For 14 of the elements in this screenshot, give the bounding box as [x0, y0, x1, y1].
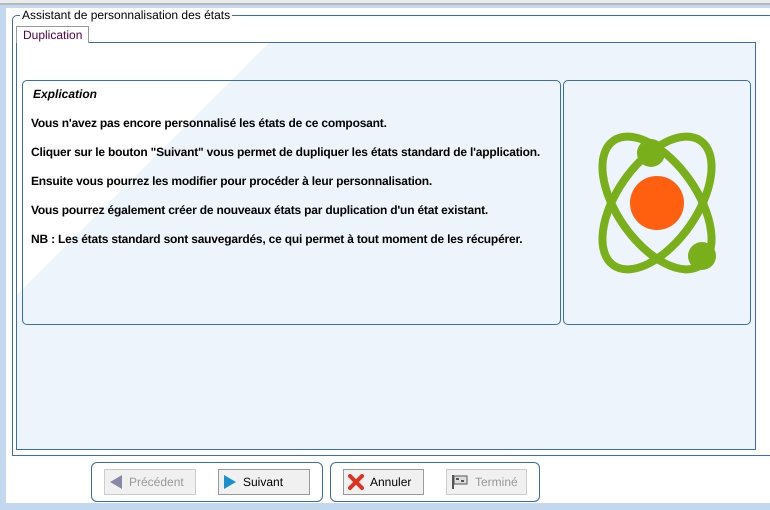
left-arrow-icon [109, 474, 123, 490]
window-title: Assistant de personnalisation des états [21, 8, 232, 22]
explanation-text: Vous n'avez pas encore personnalisé les états de ce composant. [31, 116, 388, 130]
right-arrow-icon [223, 474, 237, 490]
tab[interactable]: Duplication [16, 26, 90, 43]
next-button[interactable]: Suivant [218, 469, 310, 495]
explanation-text: Ensuite vous pourrez les modifier pour procéder à leur personnalisation. [31, 174, 434, 188]
explanation-text: NB : Les états standard sont sauvegardés, ce qui permet à tout moment de les récupérer. [31, 232, 524, 246]
explanation-text: Vous pourrez également créer de nouveaux états par duplication d'un état existant. [31, 203, 490, 217]
cancel-button[interactable]: Annuler [343, 469, 424, 495]
close-icon [348, 474, 364, 490]
explanation-text: Cliquer sur le bouton "Suivant" vous permet de dupliquer les états standard de l'application. [31, 145, 542, 159]
explanation-title: Explication [32, 87, 98, 101]
flag-icon [451, 474, 469, 490]
